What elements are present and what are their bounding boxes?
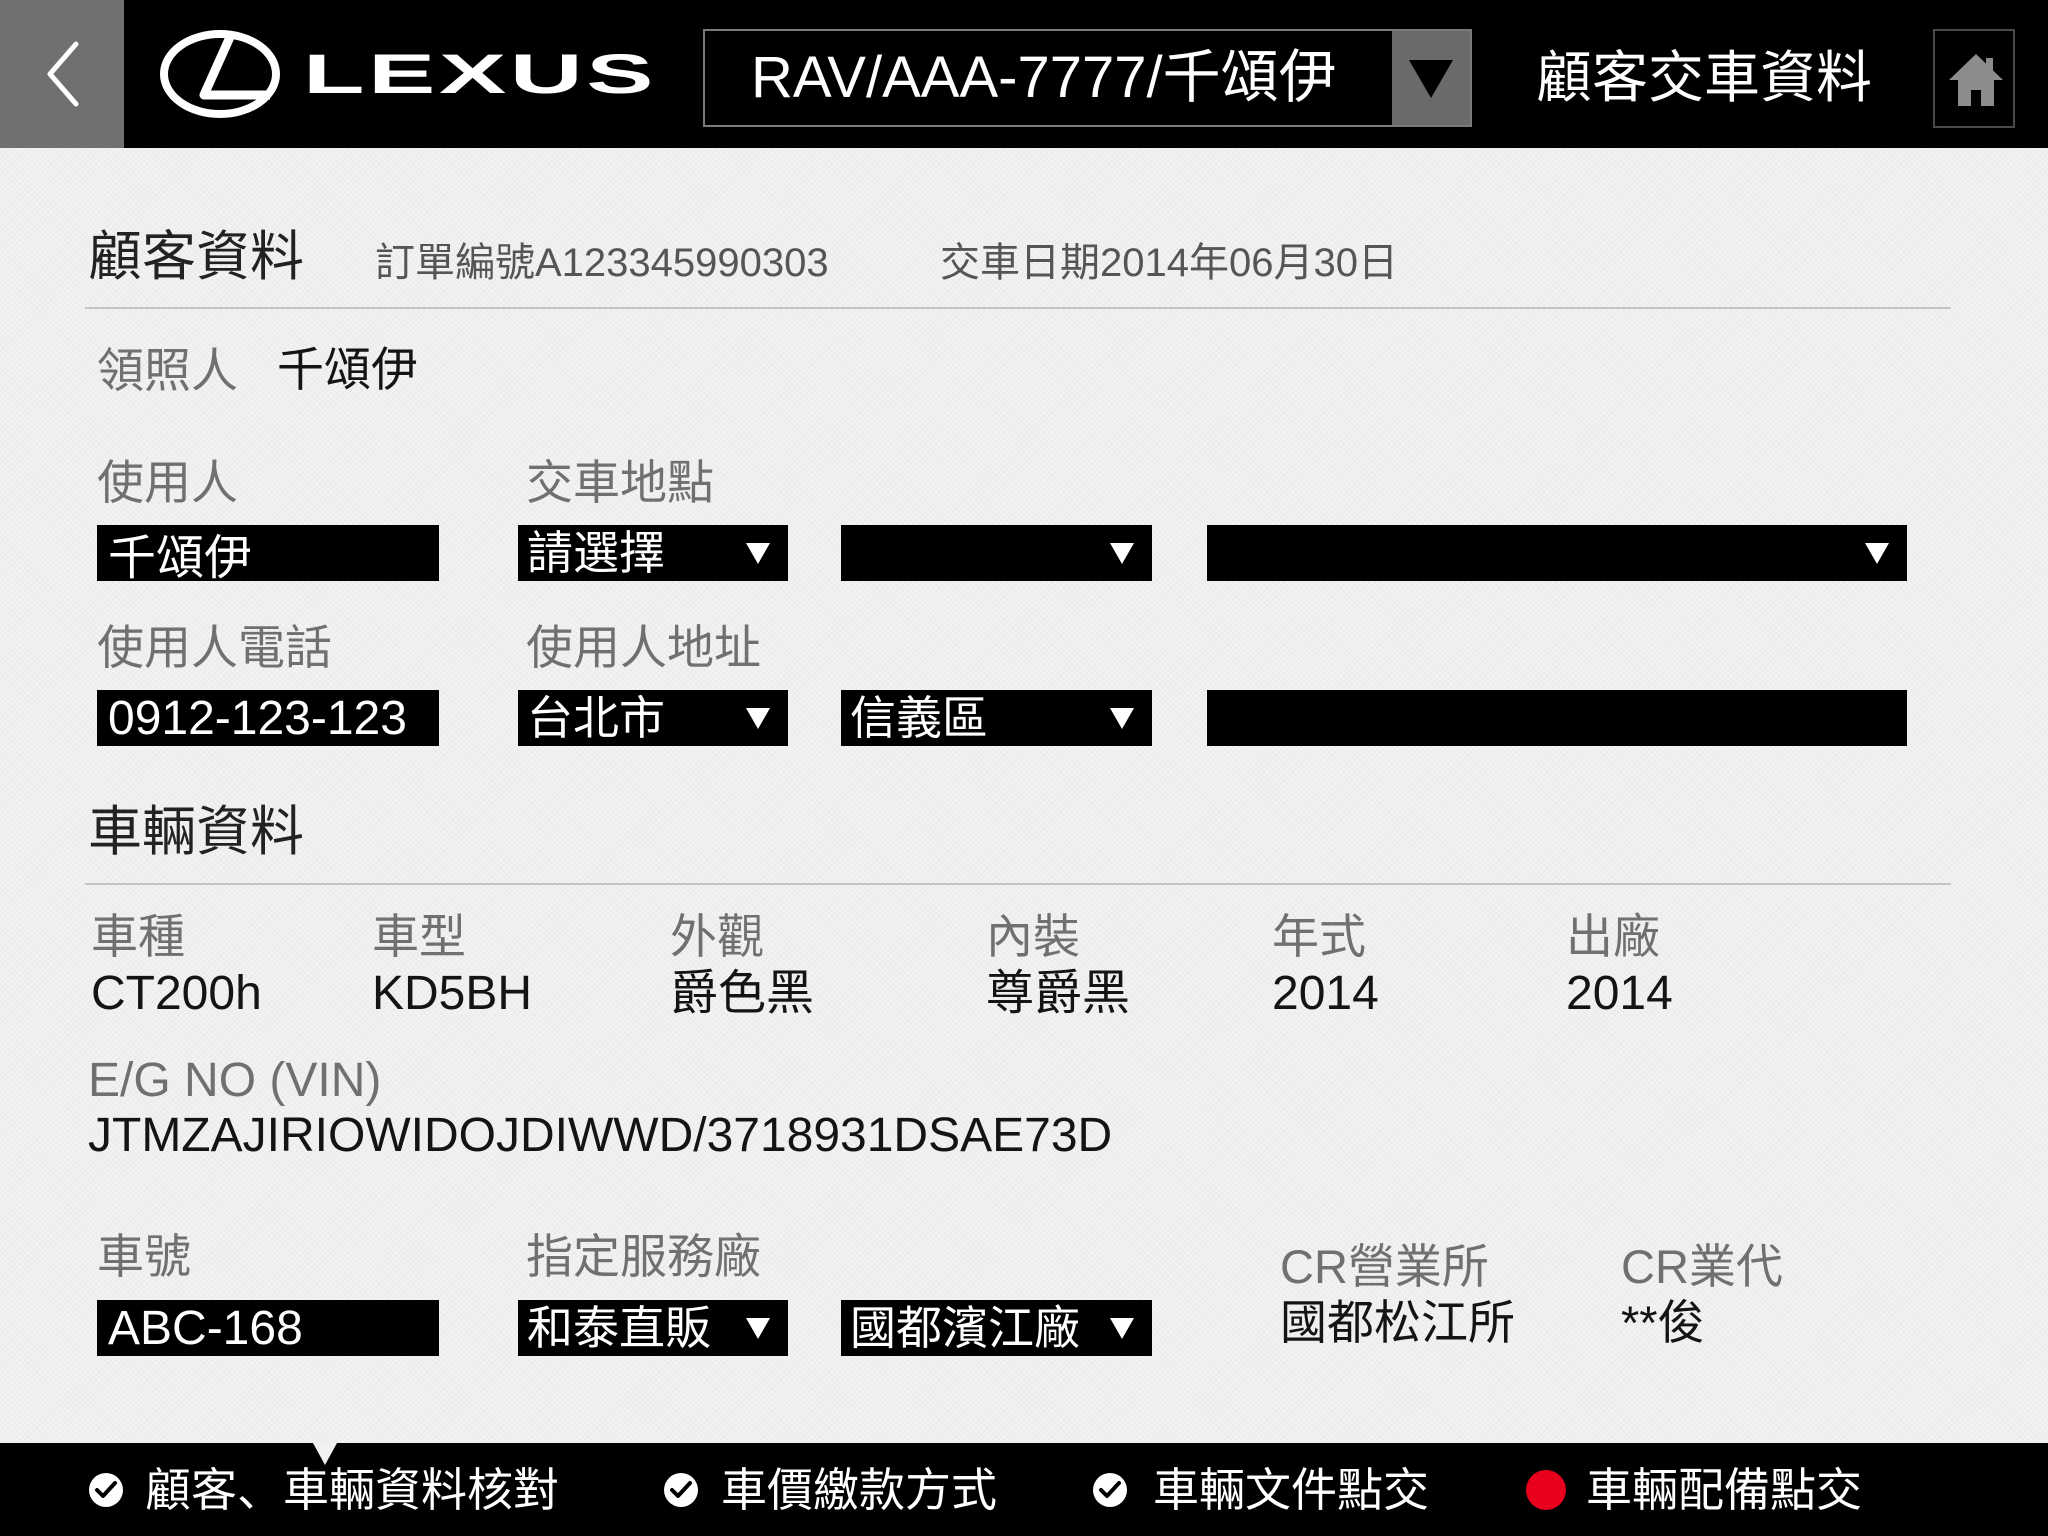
- address-city-select[interactable]: 台北市: [518, 690, 788, 746]
- address-district-value: 信義區: [850, 692, 988, 744]
- progress-step-documents[interactable]: 車輛文件點交: [1084, 1443, 1484, 1536]
- cr-office-value: 國都松江所: [1280, 1296, 1515, 1349]
- vehicle-field-value: KD5BH: [372, 967, 533, 1020]
- service-center-select-1-value: 和泰直販: [527, 1302, 711, 1354]
- vehicle-selector-toggle[interactable]: [1392, 31, 1470, 125]
- dropdown-arrow-icon: [1110, 708, 1134, 729]
- delivery-date: 交車日期2014年06月30日: [940, 241, 1398, 285]
- check-circle-icon: [664, 1473, 698, 1507]
- address-detail-input[interactable]: [1207, 690, 1907, 746]
- progress-bar: 顧客、車輛資料核對 車價繳款方式 車輛文件點交 車輛配備點交: [0, 1443, 2048, 1536]
- order-number: 訂單編號A123345990303: [375, 241, 829, 285]
- vehicle-field-label: 內裝: [986, 910, 1080, 963]
- address-district-select[interactable]: 信義區: [841, 690, 1152, 746]
- home-icon: [1949, 54, 2003, 106]
- licensee-value: 千頌伊: [277, 343, 418, 396]
- user-label: 使用人: [97, 456, 238, 509]
- dropdown-arrow-icon: [1110, 1318, 1134, 1339]
- chevron-left-icon: [47, 41, 79, 107]
- service-center-select-1[interactable]: 和泰直販: [518, 1300, 788, 1356]
- user-name-input[interactable]: [97, 525, 439, 581]
- lexus-emblem-icon: [160, 30, 280, 118]
- progress-step-customer-vehicle-check[interactable]: 顧客、車輛資料核對: [80, 1443, 580, 1536]
- progress-step-equipment[interactable]: 車輛配備點交: [1518, 1443, 1918, 1536]
- dropdown-arrow-icon: [1865, 543, 1889, 564]
- triangle-down-icon: [1409, 60, 1453, 98]
- vin-label: E/G NO (VIN): [88, 1054, 382, 1107]
- vin-value: JTMZAJIRIOWIDOJDIWWD/3718931DSAE73D: [88, 1109, 1113, 1162]
- customer-section-title: 顧客資料: [88, 227, 304, 287]
- vehicle-field-label: 車型: [372, 910, 466, 963]
- dropdown-arrow-icon: [1110, 543, 1134, 564]
- back-button[interactable]: [0, 0, 124, 148]
- progress-step-payment[interactable]: 車價繳款方式: [655, 1443, 1055, 1536]
- delivery-location-select-1[interactable]: 請選擇: [518, 525, 788, 581]
- plate-input[interactable]: [97, 1300, 439, 1356]
- dropdown-arrow-icon: [746, 543, 770, 564]
- phone-input[interactable]: [97, 690, 439, 746]
- vehicle-field-value: 尊爵黑: [986, 967, 1131, 1020]
- delivery-location-select-3[interactable]: [1207, 525, 1907, 581]
- service-center-select-2[interactable]: 國都濱江廠: [841, 1300, 1152, 1356]
- vehicle-section-title: 車輛資料: [88, 802, 304, 862]
- vehicle-field-value: 2014: [1272, 967, 1379, 1020]
- progress-step-label: 顧客、車輛資料核對: [145, 1464, 559, 1516]
- check-circle-icon: [89, 1473, 123, 1507]
- vehicle-selector-dropdown[interactable]: RAV/AAA-7777/千頌伊: [703, 29, 1472, 127]
- service-center-select-2-value: 國都濱江廠: [850, 1302, 1080, 1354]
- check-circle-icon: [1093, 1473, 1127, 1507]
- home-button[interactable]: [1933, 29, 2015, 128]
- vehicle-selector-value: RAV/AAA-7777/千頌伊: [751, 45, 1337, 110]
- address-label: 使用人地址: [526, 621, 761, 674]
- delivery-location-label: 交車地點: [526, 456, 714, 509]
- vehicle-field-label: 外觀: [670, 910, 764, 963]
- service-center-label: 指定服務廠: [526, 1230, 761, 1283]
- vehicle-field-value: 爵色黑: [670, 967, 815, 1020]
- red-dot-icon: [1526, 1470, 1566, 1510]
- vehicle-section-divider: [85, 883, 1951, 885]
- cr-agent-label: CR業代: [1621, 1240, 1783, 1293]
- cr-agent-value: **俊: [1621, 1296, 1705, 1349]
- dropdown-arrow-icon: [746, 708, 770, 729]
- top-bar: LEXUS RAV/AAA-7777/千頌伊 顧客交車資料: [0, 0, 2048, 148]
- vehicle-field-value: 2014: [1566, 967, 1673, 1020]
- licensee-label: 領照人: [97, 344, 238, 397]
- vehicle-field-label: 出廠: [1566, 910, 1660, 963]
- cr-office-label: CR營業所: [1280, 1240, 1489, 1293]
- progress-step-label: 車價繳款方式: [721, 1464, 997, 1516]
- lexus-wordmark: LEXUS: [303, 42, 658, 105]
- plate-label: 車號: [97, 1230, 191, 1283]
- address-city-value: 台北市: [527, 692, 665, 744]
- progress-step-label: 車輛文件點交: [1153, 1464, 1429, 1516]
- vehicle-field-label: 年式: [1272, 910, 1366, 963]
- customer-section-divider: [85, 307, 1951, 309]
- vehicle-field-value: CT200h: [91, 967, 262, 1020]
- vehicle-field-label: 車種: [91, 910, 185, 963]
- delivery-location-select-2[interactable]: [841, 525, 1152, 581]
- page-title: 顧客交車資料: [1536, 46, 1872, 109]
- progress-step-label: 車輛配備點交: [1586, 1464, 1862, 1516]
- dropdown-arrow-icon: [746, 1318, 770, 1339]
- phone-label: 使用人電話: [97, 621, 332, 674]
- delivery-location-select-1-value: 請選擇: [527, 527, 665, 579]
